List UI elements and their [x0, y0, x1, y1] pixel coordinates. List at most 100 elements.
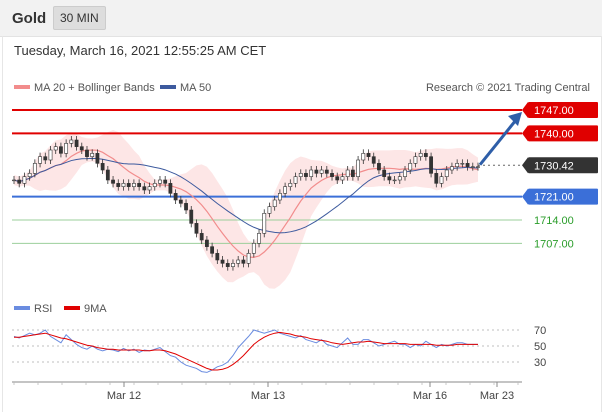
candle-body: [366, 153, 371, 157]
ma20-legend-swatch: [14, 85, 30, 89]
candle-body: [455, 163, 460, 167]
x-axis-tick-label: Mar 23: [480, 390, 514, 402]
rsi-y-tick-label: 50: [534, 341, 546, 353]
ma50-legend-label: MA 50: [180, 82, 211, 94]
bollinger-band: [14, 130, 478, 289]
candle-body: [59, 146, 63, 154]
target-level-label: 1707.00: [534, 238, 574, 250]
x-axis-tick-label: Mar 13: [251, 390, 285, 402]
candle-body: [288, 183, 293, 187]
candle-body: [262, 213, 267, 234]
candle-body: [27, 173, 32, 177]
candle-body: [142, 186, 147, 191]
candle-body: [371, 156, 376, 164]
candle-body: [105, 169, 110, 181]
research-credit: Research © 2021 Trading Central: [426, 82, 590, 94]
candle-body: [408, 163, 413, 171]
x-axis: Mar 12 Mar 13 Mar 16 Mar 23: [12, 381, 522, 402]
candle-body: [283, 186, 288, 194]
candle-body: [246, 253, 251, 264]
x-axis-tick-label: Mar 12: [107, 390, 141, 402]
rsi-ma-line: [14, 331, 478, 371]
candle-body: [324, 169, 329, 174]
candle-body: [293, 176, 298, 184]
rsi-legend-swatch: [14, 306, 30, 310]
candle-body: [403, 169, 407, 177]
candle-body: [17, 179, 22, 184]
candle-body: [314, 169, 319, 174]
candle-body: [304, 173, 308, 177]
resistance-label-pointer: [522, 102, 528, 118]
price-chart: MA 20 + Bollinger Bands MA 50 Research ©…: [12, 82, 598, 402]
candle-body: [147, 186, 152, 191]
resistance-level-label: 1747.00: [534, 105, 574, 117]
candle-body: [152, 183, 157, 187]
candle-body: [48, 149, 53, 161]
candle-body: [220, 259, 225, 264]
candle-body: [257, 233, 261, 244]
last-price-label-pointer: [522, 157, 528, 174]
candle-body: [251, 243, 256, 254]
candle-body: [32, 163, 37, 174]
candle-body: [429, 156, 433, 174]
candle-body: [74, 139, 79, 147]
candle-body: [210, 246, 215, 254]
rsi-legend-label: RSI: [34, 303, 52, 315]
candle-body: [64, 143, 69, 154]
projection-arrow-head: [508, 112, 522, 126]
rsi-plot-area: RSI 9MA 70 50 30: [12, 303, 546, 373]
candle-body: [215, 253, 220, 261]
candle-body: [387, 176, 392, 181]
candle-body: [465, 163, 470, 167]
candle-body: [350, 169, 355, 177]
candle-body: [444, 169, 449, 177]
candle-body: [267, 206, 272, 214]
rsi-y-tick-label: 70: [534, 325, 546, 337]
rsi-line: [13, 329, 478, 373]
candle-body: [173, 193, 178, 201]
ma50-legend-swatch: [160, 85, 176, 89]
candle-body: [335, 176, 340, 181]
candle-body: [377, 163, 381, 171]
candle-body: [434, 173, 439, 184]
candle-body: [22, 176, 27, 184]
candle-body: [194, 223, 199, 234]
candle-body: [340, 176, 345, 181]
candle-body: [356, 159, 360, 177]
candle-body: [158, 179, 162, 184]
candle-body: [319, 169, 324, 174]
candle-body: [132, 183, 136, 187]
rsi-ma-legend-label: 9MA: [84, 303, 107, 315]
candle-body: [231, 263, 235, 267]
candle-body: [397, 176, 402, 181]
support-level-label: 1721.00: [534, 192, 574, 204]
candle-body: [345, 169, 350, 177]
candle-body: [309, 169, 314, 177]
last-price-level-label: 1730.42: [534, 160, 574, 172]
ma20-legend-label: MA 20 + Bollinger Bands: [34, 82, 155, 94]
candle-body: [38, 156, 42, 164]
candle-body: [413, 156, 418, 164]
candle-body: [199, 233, 204, 241]
candle-body: [79, 146, 84, 151]
candle-body: [163, 179, 168, 184]
candle-body: [330, 173, 334, 177]
candle-body: [53, 146, 58, 151]
candle-body: [69, 139, 74, 144]
candle-body: [12, 179, 16, 182]
support-label-pointer: [522, 188, 528, 205]
x-axis-tick-label: Mar 16: [413, 390, 447, 402]
candle-body: [95, 153, 100, 164]
candle-body: [178, 199, 183, 204]
candle-body: [184, 203, 188, 211]
resistance-label-pointer: [522, 125, 528, 142]
projection-arrow-shaft: [478, 119, 518, 166]
candle-body: [272, 199, 277, 207]
rsi-ma-legend-swatch: [64, 306, 80, 310]
price-plot-area: 1747.00 1740.00 1730.42 1721.00 1714.00 1707.…: [12, 102, 598, 289]
candle-body: [382, 169, 387, 177]
candle-body: [204, 239, 209, 247]
candle-body: [126, 183, 131, 187]
candle-body: [236, 259, 241, 264]
candle-body: [43, 156, 48, 161]
